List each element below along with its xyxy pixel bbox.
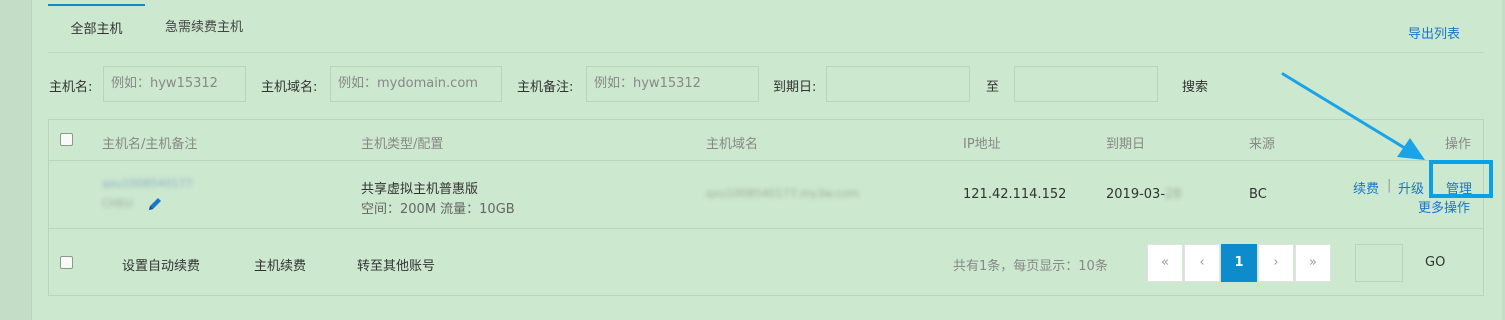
arrow-icon	[1281, 72, 1425, 160]
